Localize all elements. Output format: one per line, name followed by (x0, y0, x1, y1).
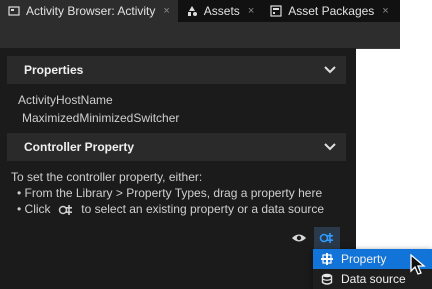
assets-icon (186, 5, 198, 17)
tab-label: Asset Packages (288, 4, 375, 18)
controller-hint-drag: • From the Library > Property Types, dra… (17, 186, 323, 200)
menu-item-label: Property (341, 252, 387, 266)
controller-intro: To set the controller property, either: (11, 170, 203, 184)
mouse-cursor-icon (410, 254, 426, 275)
chevron-down-icon[interactable] (324, 66, 336, 74)
asset-packages-icon (270, 5, 282, 17)
add-binding-icon (319, 233, 333, 243)
properties-header[interactable]: Properties (7, 56, 346, 84)
database-icon (321, 273, 333, 285)
chevron-down-icon[interactable] (324, 143, 336, 151)
hint-text: • Click (17, 202, 51, 216)
menu-item-label: Data source (341, 272, 406, 286)
tab-asset-packages[interactable]: Asset Packages × (262, 0, 396, 22)
activity-browser-icon (8, 5, 20, 17)
close-icon[interactable]: × (248, 5, 254, 17)
property-icon (321, 253, 333, 265)
tab-bar: Activity Browser: Activity × Assets × As… (0, 0, 400, 22)
close-icon[interactable]: × (163, 5, 169, 17)
controller-hint-click: • Click to select an existing property o… (17, 202, 324, 216)
add-controller-button[interactable] (314, 227, 340, 249)
property-item[interactable]: MaximizedMinimizedSwitcher (22, 111, 179, 125)
property-item[interactable]: ActivityHostName (18, 93, 113, 107)
tab-assets[interactable]: Assets × (178, 0, 262, 22)
section-title: Controller Property (24, 140, 135, 154)
controller-property-header[interactable]: Controller Property (7, 133, 346, 161)
tab-toolbar (0, 22, 400, 49)
add-binding-icon (58, 204, 72, 215)
tab-label: Activity Browser: Activity (26, 4, 156, 18)
properties-panel (0, 48, 356, 289)
hint-text: to select an existing property or a data… (81, 202, 325, 216)
tab-activity-browser[interactable]: Activity Browser: Activity × (0, 0, 178, 22)
tab-label: Assets (203, 4, 240, 18)
eye-icon[interactable] (290, 230, 308, 246)
section-title: Properties (24, 63, 84, 77)
close-icon[interactable]: × (382, 5, 388, 17)
